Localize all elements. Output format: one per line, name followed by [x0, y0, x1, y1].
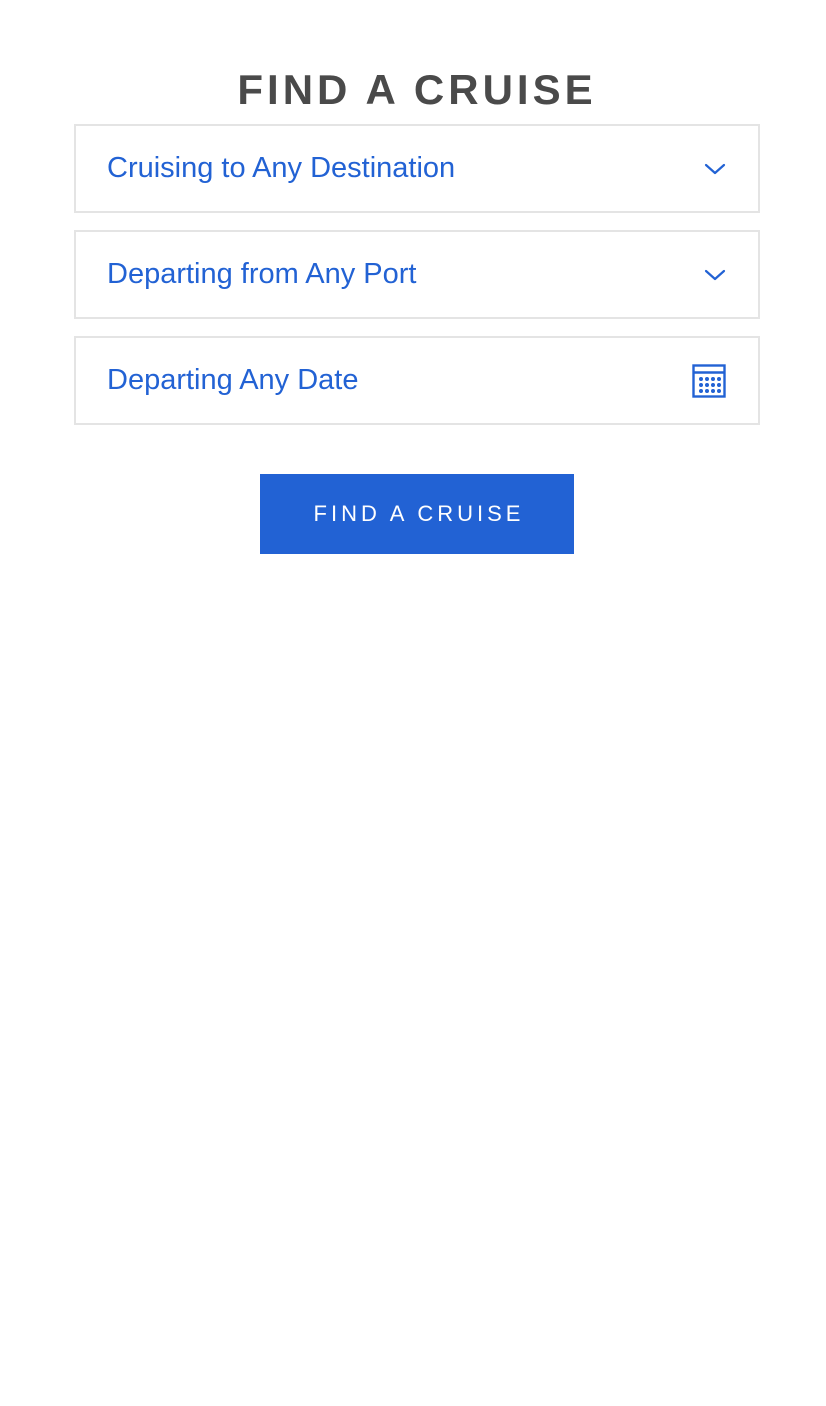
departure-date-picker-label: Departing Any Date: [107, 364, 359, 396]
chevron-down-icon: [704, 126, 726, 211]
departure-port-select-label: Departing from Any Port: [107, 258, 417, 290]
destination-select[interactable]: Cruising to Any Destination: [74, 124, 760, 213]
destination-select-label: Cruising to Any Destination: [107, 152, 456, 184]
page-title: FIND A CRUISE: [237, 66, 597, 114]
chevron-down-icon: [704, 232, 726, 317]
departure-port-select[interactable]: Departing from Any Port: [74, 230, 760, 319]
calendar-icon: [692, 338, 726, 423]
find-a-cruise-button[interactable]: FIND A CRUISE: [260, 474, 574, 554]
departure-date-picker[interactable]: Departing Any Date: [74, 336, 760, 425]
